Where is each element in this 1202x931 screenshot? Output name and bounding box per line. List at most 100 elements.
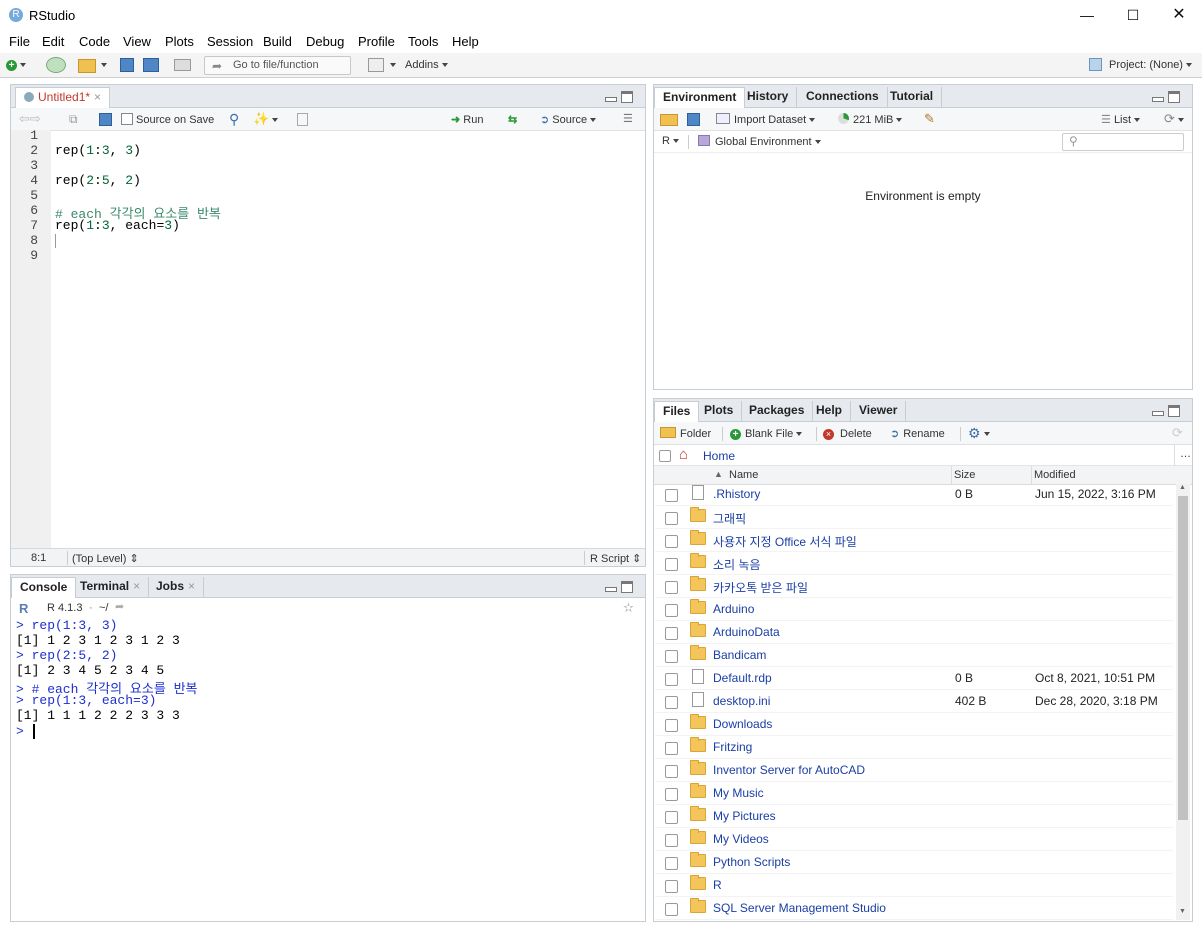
more-gear-icon[interactable]: ⚙ bbox=[968, 425, 990, 441]
tab-history[interactable]: History bbox=[739, 87, 798, 108]
column-modified[interactable]: Modified bbox=[1034, 469, 1076, 481]
home-icon[interactable]: ⌂ bbox=[679, 446, 688, 463]
file-row-checkbox[interactable] bbox=[665, 650, 678, 663]
console-output[interactable]: > rep(1:3, 3) [1] 1 2 3 1 2 3 1 2 3 > re… bbox=[11, 617, 645, 921]
file-row[interactable]: Python Scripts bbox=[655, 851, 1173, 874]
compile-report-icon[interactable] bbox=[297, 113, 308, 126]
new-project-button[interactable] bbox=[46, 57, 66, 73]
file-row[interactable]: 사용자 지정 Office 서식 파일 bbox=[655, 529, 1173, 552]
project-menu[interactable]: Project: (None) bbox=[1109, 57, 1192, 73]
tab-connections[interactable]: Connections bbox=[798, 87, 888, 108]
file-name-link[interactable]: Downloads bbox=[713, 717, 772, 731]
file-row[interactable]: ArduinoData bbox=[655, 621, 1173, 644]
file-row[interactable]: Inventor Server for AutoCAD bbox=[655, 759, 1173, 782]
save-workspace-icon[interactable] bbox=[687, 113, 700, 126]
tab-viewer[interactable]: Viewer bbox=[851, 401, 907, 422]
file-row[interactable]: Downloads bbox=[655, 713, 1173, 736]
file-row[interactable]: My Music bbox=[655, 782, 1173, 805]
scope-selector[interactable]: (Top Level) ⇕ bbox=[72, 552, 139, 565]
file-name-link[interactable]: Arduino bbox=[713, 602, 754, 616]
document-outline-icon[interactable]: ☰ bbox=[623, 111, 633, 127]
back-icon[interactable]: ⇦⇨ bbox=[19, 111, 41, 127]
tab-jobs[interactable]: Jobs × bbox=[148, 577, 205, 598]
file-name-link[interactable]: Inventor Server for AutoCAD bbox=[713, 763, 865, 777]
print-icon[interactable] bbox=[174, 59, 191, 71]
refresh-icon[interactable]: ⟳ bbox=[1164, 111, 1184, 127]
file-row-checkbox[interactable] bbox=[665, 696, 678, 709]
rerun-icon[interactable]: ⇆ bbox=[508, 112, 517, 128]
tab-terminal-close-icon[interactable]: × bbox=[133, 579, 140, 593]
file-name-link[interactable]: 사용자 지정 Office 서식 파일 bbox=[713, 533, 857, 550]
tab-tutorial[interactable]: Tutorial bbox=[882, 87, 943, 108]
language-selector[interactable]: R bbox=[662, 135, 679, 147]
scroll-down-icon[interactable]: ▼ bbox=[1179, 908, 1186, 915]
file-row-checkbox[interactable] bbox=[665, 811, 678, 824]
environment-pane-minmax[interactable] bbox=[1152, 91, 1182, 103]
environment-search-input[interactable]: ⚲ bbox=[1062, 133, 1184, 151]
pane-layout-icon[interactable] bbox=[368, 58, 384, 72]
pane-layout-dropdown[interactable] bbox=[387, 57, 396, 73]
import-dataset-button[interactable]: Import Dataset bbox=[716, 112, 816, 128]
file-row-checkbox[interactable] bbox=[665, 489, 678, 502]
source-button[interactable]: ➲ Source bbox=[540, 112, 597, 128]
scroll-up-icon[interactable]: ▲ bbox=[1179, 484, 1186, 491]
close-button[interactable]: ✕ bbox=[1156, 0, 1202, 30]
view-mode-button[interactable]: ☰ List bbox=[1101, 112, 1141, 128]
file-row[interactable]: Fritzing bbox=[655, 736, 1173, 759]
rename-button[interactable]: ➲ Rename bbox=[890, 426, 945, 442]
menu-debug[interactable]: Debug bbox=[306, 34, 344, 49]
file-name-link[interactable]: .Rhistory bbox=[713, 487, 760, 501]
source-on-save-checkbox[interactable] bbox=[121, 113, 133, 125]
environment-scope-selector[interactable]: Global Environment bbox=[698, 135, 821, 148]
menu-profile[interactable]: Profile bbox=[358, 34, 395, 49]
file-row[interactable]: R bbox=[655, 874, 1173, 897]
tab-console[interactable]: Console bbox=[11, 577, 77, 598]
tab-untitled1[interactable]: Untitled1* × bbox=[15, 87, 111, 108]
file-row-checkbox[interactable] bbox=[665, 765, 678, 778]
file-name-link[interactable]: SQL Server Management Studio bbox=[713, 901, 886, 915]
file-row-checkbox[interactable] bbox=[665, 788, 678, 801]
file-row-checkbox[interactable] bbox=[665, 880, 678, 893]
file-row-checkbox[interactable] bbox=[665, 627, 678, 640]
file-row-checkbox[interactable] bbox=[665, 673, 678, 686]
file-row[interactable]: Bandicam bbox=[655, 644, 1173, 667]
file-row[interactable]: My Videos bbox=[655, 828, 1173, 851]
file-row[interactable]: Arduino bbox=[655, 598, 1173, 621]
file-row[interactable]: My Pictures bbox=[655, 805, 1173, 828]
file-row[interactable]: desktop.ini 402 B Dec 28, 2020, 3:18 PM bbox=[655, 690, 1173, 713]
menu-build[interactable]: Build bbox=[263, 34, 292, 49]
file-row[interactable]: 소리 녹음 bbox=[655, 552, 1173, 575]
files-pane-minmax[interactable] bbox=[1152, 405, 1182, 417]
delete-button[interactable]: × Delete bbox=[823, 426, 872, 442]
go-to-file-input[interactable]: Go to file/function bbox=[204, 56, 351, 75]
save-file-icon[interactable] bbox=[99, 113, 112, 126]
file-row[interactable]: 그래픽 bbox=[655, 506, 1173, 529]
memory-usage-button[interactable]: 221 MiB bbox=[838, 112, 903, 128]
column-size[interactable]: Size bbox=[954, 469, 975, 481]
file-name-link[interactable]: Bandicam bbox=[713, 648, 766, 662]
open-file-button[interactable] bbox=[78, 59, 96, 73]
file-row[interactable]: Default.rdp 0 B Oct 8, 2021, 10:51 PM bbox=[655, 667, 1173, 690]
code-editor[interactable]: rep(1:3, 3) rep(2:5, 2) # each 각각의 요소를 반… bbox=[0, 128, 640, 548]
file-name-link[interactable]: My Videos bbox=[713, 832, 769, 846]
menu-view[interactable]: View bbox=[123, 34, 151, 49]
file-name-link[interactable]: My Music bbox=[713, 786, 764, 800]
column-name[interactable]: Name bbox=[729, 469, 758, 481]
file-name-link[interactable]: desktop.ini bbox=[713, 694, 770, 708]
menu-session[interactable]: Session bbox=[207, 34, 253, 49]
tab-close-icon[interactable]: × bbox=[94, 90, 101, 104]
breadcrumb-home[interactable]: Home bbox=[703, 449, 735, 463]
file-name-link[interactable]: 그래픽 bbox=[713, 510, 746, 527]
file-row-checkbox[interactable] bbox=[665, 512, 678, 525]
file-row-checkbox[interactable] bbox=[665, 834, 678, 847]
open-recent-dropdown[interactable] bbox=[98, 57, 107, 73]
file-row-checkbox[interactable] bbox=[665, 604, 678, 617]
file-type-selector[interactable]: R Script ⇕ bbox=[590, 552, 641, 565]
file-name-link[interactable]: My Pictures bbox=[713, 809, 776, 823]
minimize-button[interactable]: — bbox=[1064, 0, 1110, 30]
tab-terminal[interactable]: Terminal × bbox=[72, 577, 150, 598]
find-replace-icon[interactable]: ⚲ bbox=[229, 111, 239, 127]
tab-help[interactable]: Help bbox=[808, 401, 852, 422]
broom-icon[interactable]: ✎ bbox=[924, 111, 935, 127]
file-name-link[interactable]: 카카오톡 받은 파일 bbox=[713, 579, 808, 596]
